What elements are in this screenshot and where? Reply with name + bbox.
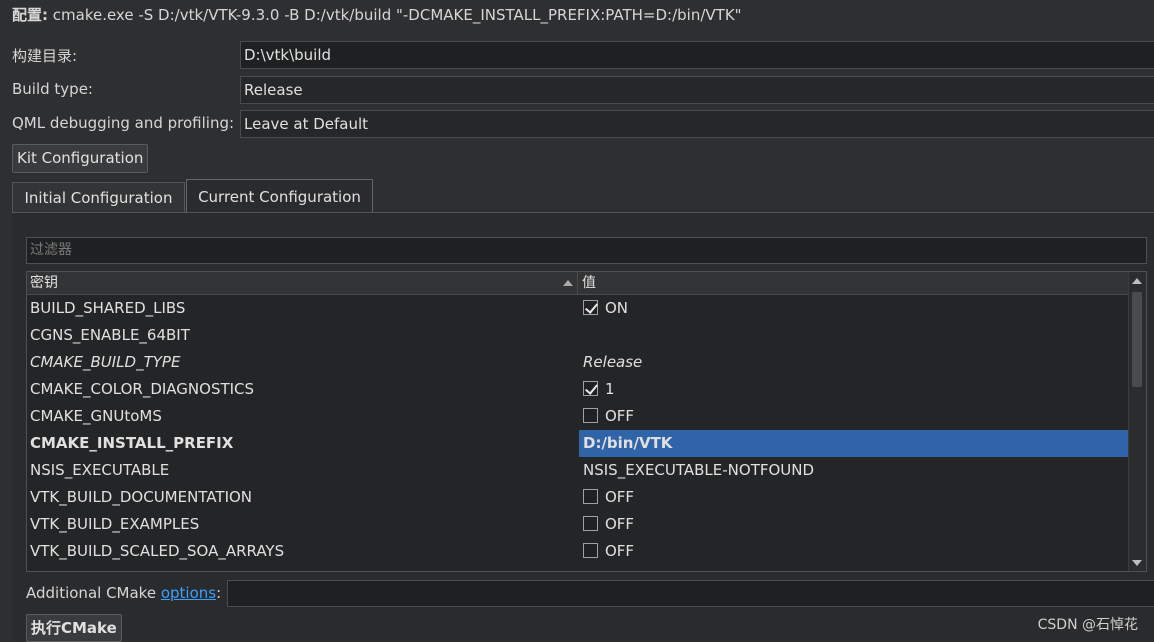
filter-input[interactable]: 过滤器: [26, 237, 1147, 264]
row-value-cell[interactable]: OFF: [583, 538, 634, 565]
scroll-down-icon[interactable]: [1132, 560, 1142, 566]
vertical-scrollbar[interactable]: [1128, 272, 1146, 571]
table-row[interactable]: VTK_BUILD_EXAMPLES OFF: [27, 511, 1130, 538]
build-dir-label: 构建目录:: [12, 47, 78, 65]
row-value: OFF: [605, 515, 635, 533]
table-row[interactable]: CMAKE_INSTALL_PREFIX D:/bin/VTK: [27, 430, 1130, 457]
kit-configuration-button[interactable]: Kit Configuration: [12, 144, 149, 173]
row-value: Release: [583, 353, 643, 371]
checkbox-unchecked-icon[interactable]: [583, 408, 598, 423]
row-key: CGNS_ENABLE_64BIT: [30, 326, 190, 344]
row-value: OFF: [605, 488, 635, 506]
checkbox-unchecked-icon[interactable]: [583, 489, 598, 504]
build-dir-field[interactable]: D:\vtk\build: [240, 41, 1154, 69]
row-value-cell[interactable]: D:/bin/VTK: [579, 430, 1130, 457]
row-value: 1: [605, 380, 615, 398]
checkbox-checked-icon[interactable]: [583, 381, 598, 396]
table-row[interactable]: CMAKE_GNUtoMS OFF: [27, 403, 1130, 430]
checkbox-unchecked-icon[interactable]: [583, 543, 598, 558]
watermark: CSDN @石悼花: [1037, 617, 1138, 633]
additional-colon: :: [216, 584, 222, 602]
row-value-cell[interactable]: OFF: [583, 511, 634, 538]
additional-options-label: Additional CMake options:: [26, 584, 221, 602]
options-link[interactable]: options: [161, 584, 216, 602]
row-value-cell[interactable]: OFF: [583, 484, 634, 511]
table-row[interactable]: CMAKE_COLOR_DIAGNOSTICS 1: [27, 376, 1130, 403]
build-type-label: Build type:: [12, 80, 93, 98]
tab-initial-configuration[interactable]: Initial Configuration: [12, 182, 185, 212]
configure-command-text: cmake.exe -S D:/vtk/VTK-9.3.0 -B D:/vtk/…: [48, 6, 742, 24]
row-key: BUILD_SHARED_LIBS: [30, 299, 186, 317]
row-value: ON: [605, 299, 629, 317]
row-value-cell[interactable]: NSIS_EXECUTABLE-NOTFOUND: [583, 457, 814, 484]
table-row[interactable]: BUILD_SHARED_LIBS ON: [27, 295, 1130, 322]
scrollbar-thumb[interactable]: [1132, 292, 1142, 387]
row-value: OFF: [605, 407, 635, 425]
row-key: CMAKE_GNUtoMS: [30, 407, 162, 425]
table-header: 密钥 值: [27, 272, 1130, 295]
row-key: CMAKE_BUILD_TYPE: [30, 353, 181, 371]
qml-label: QML debugging and profiling:: [12, 114, 235, 132]
table-row[interactable]: NSIS_EXECUTABLE NSIS_EXECUTABLE-NOTFOUND: [27, 457, 1130, 484]
row-key: CMAKE_COLOR_DIAGNOSTICS: [30, 380, 255, 398]
qml-select[interactable]: Leave at Default: [240, 110, 1154, 138]
row-value: NSIS_EXECUTABLE-NOTFOUND: [583, 461, 815, 479]
additional-options-input[interactable]: [227, 580, 1154, 607]
configuration-table: 密钥 值 BUILD_SHARED_LIBS ON CGNS_ENABLE_64BI…: [26, 271, 1147, 572]
configure-prefix: 配置:: [12, 6, 48, 24]
build-type-select[interactable]: Release: [240, 76, 1154, 104]
row-key: VTK_BUILD_SCALED_SOA_ARRAYS: [30, 542, 285, 560]
column-header-value[interactable]: 值: [579, 272, 1130, 294]
row-value: OFF: [605, 542, 635, 560]
column-value-label: 值: [582, 275, 596, 291]
row-key: NSIS_EXECUTABLE: [30, 461, 170, 479]
checkbox-checked-icon[interactable]: [583, 300, 598, 315]
sort-ascending-icon: [563, 280, 573, 286]
row-value-cell[interactable]: OFF: [583, 403, 634, 430]
row-value-cell[interactable]: 1: [583, 376, 615, 403]
configure-command: 配置: cmake.exe -S D:/vtk/VTK-9.3.0 -B D:/…: [12, 4, 742, 25]
row-value-cell[interactable]: ON: [583, 295, 628, 322]
row-key: VTK_BUILD_EXAMPLES: [30, 515, 200, 533]
tab-current-configuration[interactable]: Current Configuration: [186, 179, 373, 213]
column-key-label: 密钥: [30, 275, 58, 291]
row-key: VTK_BUILD_DOCUMENTATION: [30, 488, 253, 506]
table-row[interactable]: VTK_BUILD_SCALED_SOA_ARRAYS OFF: [27, 538, 1130, 565]
row-value-cell[interactable]: Release: [583, 349, 642, 376]
scroll-up-icon[interactable]: [1132, 278, 1142, 284]
run-cmake-button[interactable]: 执行CMake: [26, 614, 122, 642]
column-header-key[interactable]: 密钥: [27, 272, 578, 294]
checkbox-unchecked-icon[interactable]: [583, 516, 598, 531]
row-value: D:/bin/VTK: [583, 434, 673, 452]
table-row[interactable]: CGNS_ENABLE_64BIT: [27, 322, 1130, 349]
table-row[interactable]: VTK_BUILD_DOCUMENTATION OFF: [27, 484, 1130, 511]
row-key: CMAKE_INSTALL_PREFIX: [30, 434, 234, 452]
table-row[interactable]: CMAKE_BUILD_TYPE Release: [27, 349, 1130, 376]
additional-label-text: Additional CMake: [26, 584, 161, 602]
